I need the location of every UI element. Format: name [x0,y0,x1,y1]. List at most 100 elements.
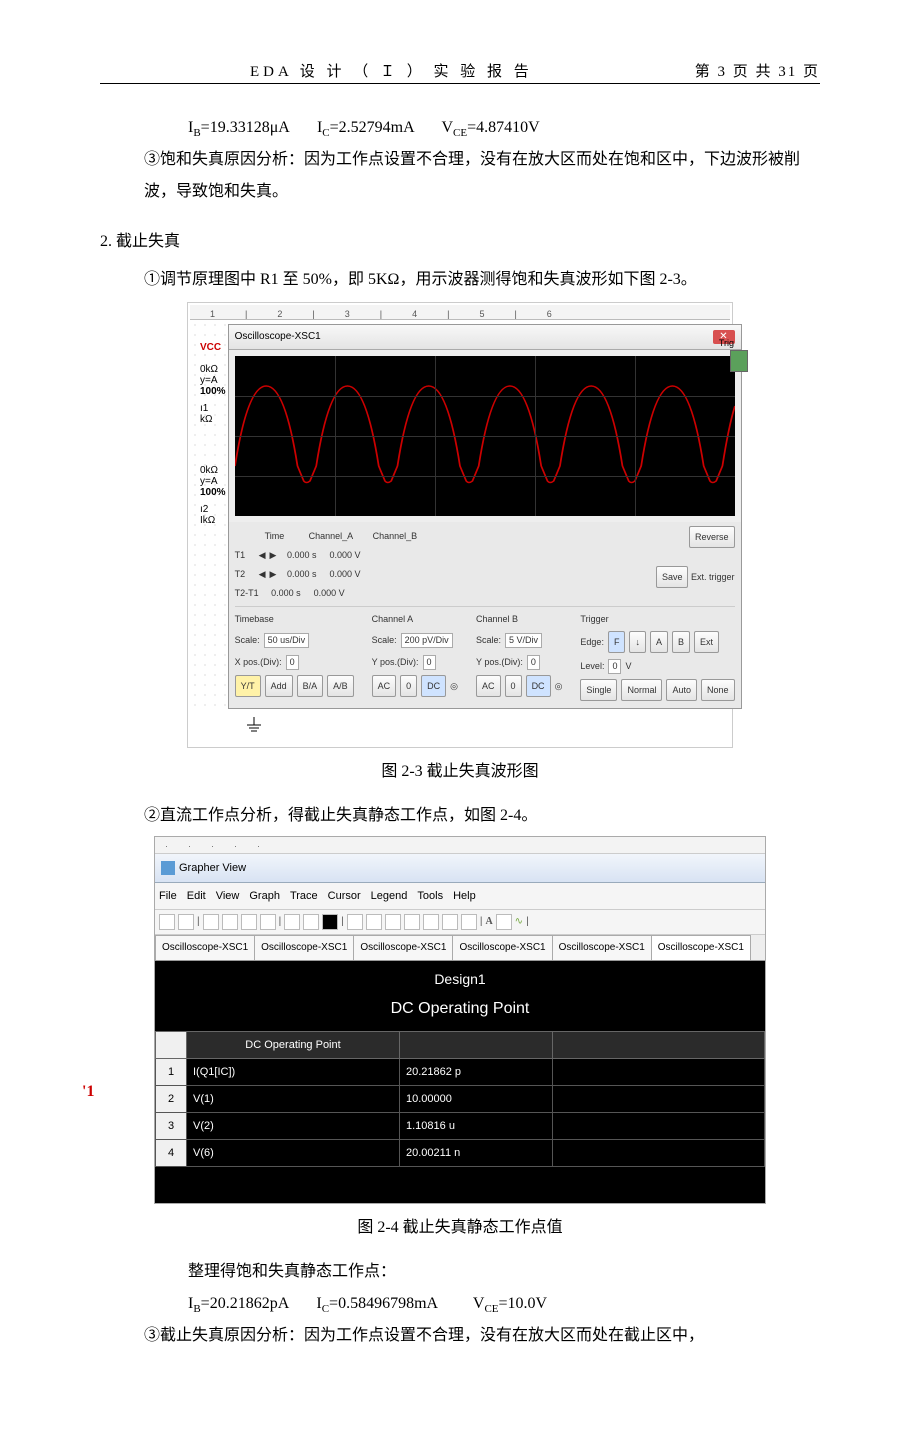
tab-osc-4[interactable]: Oscilloscope-XSC1 [452,935,552,960]
edge-fall-button[interactable]: ↓ [629,631,646,653]
formula-line-1: IB=19.33128μA IC=2.52794mA VCE=4.87410V [188,112,820,144]
ruler-top: 1|2|3|4|5|6 [190,305,730,320]
auto-button[interactable]: Auto [666,679,697,701]
tab-osc-1[interactable]: Oscilloscope-XSC1 [155,935,255,960]
open-icon[interactable] [178,914,194,930]
formula-line-2: IB=20.21862pA IC=0.58496798mA VCE=10.0V [188,1288,820,1320]
grid-icon[interactable] [284,914,300,930]
table-row: 2 V(1) 10.00000 [156,1086,765,1113]
ic2: IC=0.58496798mA [316,1295,437,1312]
grapher-view-figure: ····· Grapher View File Edit View Graph … [154,836,766,1204]
arrow-left-icon[interactable]: ◀ [259,546,266,564]
menu-view[interactable]: View [216,885,240,907]
arrow-right-icon[interactable]: ▶ [270,565,277,583]
gv-chart-title: Design1 DC Operating Point [155,961,765,1031]
chb-ac-button[interactable]: AC [476,675,501,697]
arrow-right-icon[interactable]: ▶ [270,546,277,564]
terminal-icon: ◎ [555,677,563,695]
tab-osc-6[interactable]: Oscilloscope-XSC1 [651,935,751,960]
chb-ypos[interactable]: 0 [527,655,540,670]
xpos-input[interactable]: 0 [286,655,299,670]
gv-menubar: File Edit View Graph Trace Cursor Legend… [155,883,765,910]
zoom-fit-icon[interactable] [404,914,420,930]
level-input[interactable]: 0 [608,659,621,674]
menu-tools[interactable]: Tools [417,885,443,907]
app-icon [161,861,175,875]
menu-help[interactable]: Help [453,885,476,907]
vce: VCE=4.87410V [441,119,539,136]
arrow-left-icon[interactable]: ◀ [259,565,266,583]
cha-ypos[interactable]: 0 [423,655,436,670]
para-saturation-analysis: ③饱和失真原因分析：因为工作点设置不合理，没有在放大区而处在饱和区中，下边波形被… [144,144,820,208]
menu-edit[interactable]: Edit [187,885,206,907]
tidy-result-label: 整理得饱和失真静态工作点： [188,1256,820,1288]
marker-icon[interactable] [496,914,512,930]
timebase-scale[interactable]: 50 us/Div [264,633,310,648]
trig-ext-button[interactable]: Ext [694,631,719,653]
single-button[interactable]: Single [580,679,617,701]
chb-dc-button[interactable]: DC [526,675,551,697]
cha-dc-button[interactable]: DC [421,675,446,697]
gv-empty-area [155,1167,765,1203]
col-head: DC Operating Point [187,1032,400,1059]
add-button[interactable]: Add [265,675,293,697]
trigger-node-icon [730,350,748,372]
gv-tabs: Oscilloscope-XSC1 Oscilloscope-XSC1 Osci… [155,935,765,961]
tab-osc-5[interactable]: Oscilloscope-XSC1 [552,935,652,960]
reverse-button[interactable]: Reverse [689,526,735,548]
normal-button[interactable]: Normal [621,679,662,701]
menu-legend[interactable]: Legend [371,885,408,907]
document-page: EDA 设 计 （ Ｉ ） 实 验 报 告 第 3 页 共 31 页 IB=19… [0,0,920,1432]
table-row: 1 I(Q1[IC]) 20.21862 p [156,1059,765,1086]
dc-op-table: DC Operating Point 1 I(Q1[IC]) 20.21862 … [155,1031,765,1167]
copy-icon[interactable] [241,914,257,930]
menu-cursor[interactable]: Cursor [328,885,361,907]
menu-graph[interactable]: Graph [249,885,280,907]
legend-icon[interactable] [303,914,319,930]
chb-scale[interactable]: 5 V/Div [505,633,542,648]
none-button[interactable]: None [701,679,735,701]
zoom-x-icon[interactable] [442,914,458,930]
tab-osc-3[interactable]: Oscilloscope-XSC1 [353,935,453,960]
cut-icon[interactable] [222,914,238,930]
chb-0-button[interactable]: 0 [505,675,522,697]
yt-button[interactable]: Y/T [235,675,261,697]
tab-osc-2[interactable]: Oscilloscope-XSC1 [254,935,354,960]
cha-ac-button[interactable]: AC [372,675,397,697]
zoom-out-icon[interactable] [385,914,401,930]
figure-caption-2-3: 图 2-3 截止失真波形图 [100,756,820,788]
trig-a-button[interactable]: A [650,631,668,653]
side-mark-1: '1 [82,1076,94,1108]
oscilloscope-window: Oscilloscope-XSC1 ✕ [228,324,742,709]
ground-icon [190,713,730,745]
section-2-p2: ②直流工作点分析，得截止失真静态工作点，如图 2-4。 [144,800,820,832]
osc-title: Oscilloscope-XSC1 [235,327,321,347]
save-button[interactable]: Save [656,566,689,588]
paste-icon[interactable] [260,914,276,930]
scope-screen [235,356,735,516]
ext-trigger-label: Ext. trigger [691,572,735,582]
ib2: IB=20.21862pA [188,1295,288,1312]
cha-scale[interactable]: 200 pV/Div [401,633,453,648]
vce2: VCE=10.0V [473,1295,547,1312]
header-title: EDA 设 计 （ Ｉ ） 实 验 报 告 [250,60,533,81]
zoom-area-icon[interactable] [423,914,439,930]
terminal-icon: ◎ [450,677,458,695]
zoom-y-icon[interactable] [461,914,477,930]
table-row: 4 V(6) 20.00211 n [156,1140,765,1167]
para-cutoff-analysis: ③截止失真原因分析：因为工作点设置不合理，没有在放大区而处在截止区中， [144,1320,820,1352]
undo-icon[interactable] [203,914,219,930]
ab-button[interactable]: A/B [327,675,354,697]
section-2-p1: ①调节原理图中 R1 至 50%，即 5KΩ，用示波器测得饱和失真波形如下图 2… [144,264,820,296]
ib: IB=19.33128μA [188,119,289,136]
trig-b-button[interactable]: B [672,631,690,653]
blackbg-icon[interactable] [322,914,338,930]
new-icon[interactable] [159,914,175,930]
ba-button[interactable]: B/A [297,675,324,697]
edge-rise-button[interactable]: F [608,631,626,653]
cursor-icon[interactable] [347,914,363,930]
menu-trace[interactable]: Trace [290,885,318,907]
cha-0-button[interactable]: 0 [400,675,417,697]
zoom-in-icon[interactable] [366,914,382,930]
menu-file[interactable]: File [159,885,177,907]
